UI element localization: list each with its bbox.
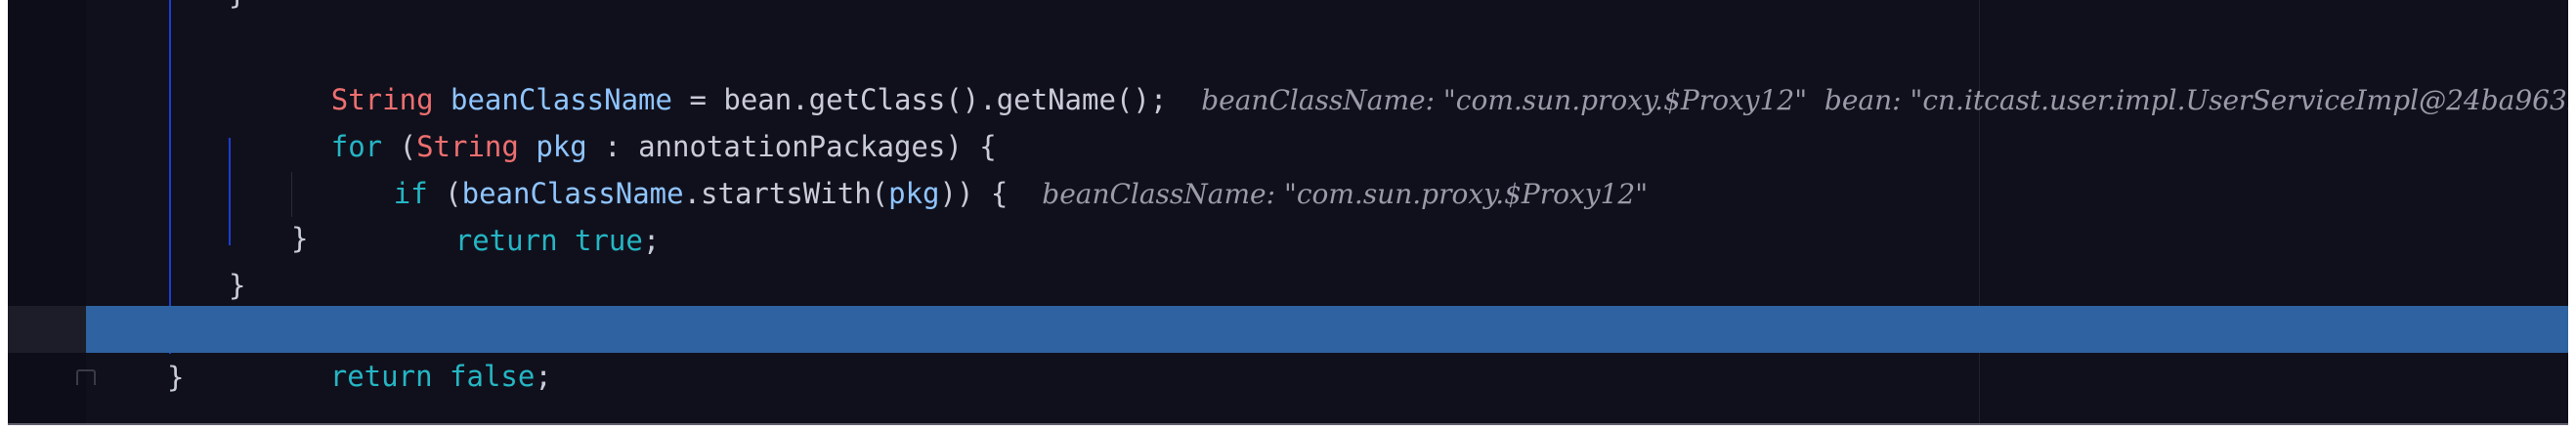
code-line[interactable]: String beanClassName = bean.getClass().g… <box>8 29 2568 116</box>
code-line[interactable]: return true; <box>8 170 2568 257</box>
code-line[interactable]: for (String pkg : annotationPackages) { <box>8 76 2568 163</box>
code-text: } <box>291 222 309 255</box>
code-editor[interactable]: } String beanClassName = bean.getClass()… <box>8 0 2568 425</box>
code-text: } <box>229 269 246 302</box>
code-line[interactable]: } <box>8 215 2568 262</box>
code-line[interactable]: } <box>8 354 2568 401</box>
current-execution-line[interactable]: return false; <box>86 306 2568 393</box>
code-line[interactable]: if (beanClassName.startsWith(pkg)) { bea… <box>8 123 2568 210</box>
code-line[interactable]: } <box>8 0 2568 18</box>
code-text: } <box>229 0 245 18</box>
code-line[interactable]: } <box>8 262 2568 309</box>
code-text: } <box>167 361 185 394</box>
